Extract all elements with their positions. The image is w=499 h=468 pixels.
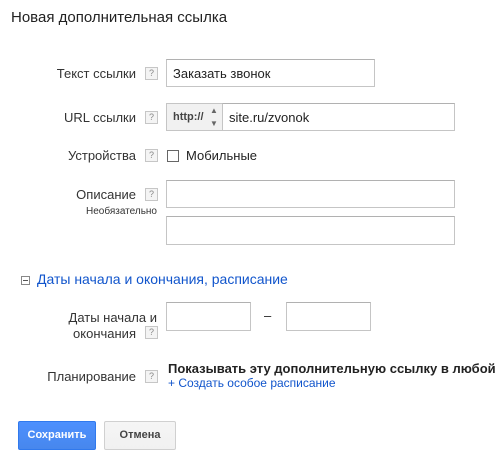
help-icon[interactable]: ? xyxy=(145,370,158,383)
dates-label-line2: окончания xyxy=(73,326,136,341)
create-schedule-link[interactable]: + Создать особое расписание xyxy=(168,376,336,390)
save-button[interactable]: Сохранить xyxy=(18,421,96,450)
planning-label: Планирование xyxy=(47,369,136,384)
devices-label: Устройства xyxy=(67,148,136,163)
url-label: URL ссылки xyxy=(63,110,136,125)
mobile-checkbox[interactable] xyxy=(167,150,179,162)
description-optional-label: Необязательно xyxy=(85,206,157,217)
help-icon[interactable]: ? xyxy=(145,149,158,162)
description-line1-input[interactable] xyxy=(166,180,455,208)
link-text-label: Текст ссылки xyxy=(56,66,136,81)
date-range-separator: – xyxy=(264,308,272,323)
collapse-icon[interactable] xyxy=(21,276,30,285)
page-title: Новая дополнительная ссылка xyxy=(11,9,228,26)
planning-description: Показывать эту дополнительную ссылку в л… xyxy=(168,361,496,376)
updown-icon: ▲ ▼ xyxy=(210,106,218,128)
start-date-input[interactable] xyxy=(166,302,251,331)
protocol-select[interactable]: http:// ▲ ▼ xyxy=(166,103,223,131)
help-icon[interactable]: ? xyxy=(145,326,158,339)
help-icon[interactable]: ? xyxy=(145,188,158,201)
protocol-label: http:// xyxy=(173,111,204,123)
description-line2-input[interactable] xyxy=(166,216,455,245)
schedule-section-toggle[interactable]: Даты начала и окончания, расписание xyxy=(37,271,288,287)
description-label: Описание xyxy=(76,187,136,202)
url-input[interactable] xyxy=(222,103,455,131)
link-text-input[interactable] xyxy=(166,59,375,87)
mobile-checkbox-label[interactable]: Мобильные xyxy=(186,148,257,163)
help-icon[interactable]: ? xyxy=(145,67,158,80)
cancel-button[interactable]: Отмена xyxy=(104,421,176,450)
dates-label-line1: Даты начала и xyxy=(68,310,157,325)
end-date-input[interactable] xyxy=(286,302,371,331)
help-icon[interactable]: ? xyxy=(145,111,158,124)
